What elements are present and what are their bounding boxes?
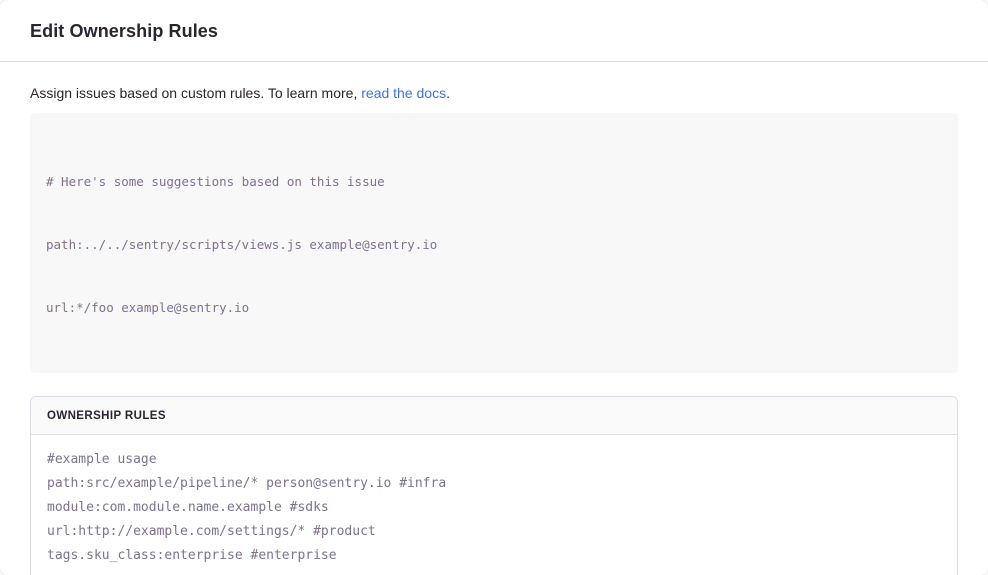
description-after-link: . <box>446 85 450 101</box>
edit-ownership-rules-modal: Edit Ownership Rules Assign issues based… <box>0 0 988 575</box>
ownership-rules-panel: OWNERSHIP RULES #example usage path:src/… <box>30 396 958 575</box>
read-docs-link[interactable]: read the docs <box>361 85 446 101</box>
suggestions-code-block: # Here's some suggestions based on this … <box>30 113 958 373</box>
modal-body: Assign issues based on custom rules. To … <box>0 85 988 575</box>
description-text: Assign issues based on custom rules. To … <box>30 85 958 101</box>
suggestion-line: path:../../sentry/scripts/views.js examp… <box>46 234 942 255</box>
ownership-rules-panel-header: OWNERSHIP RULES <box>31 397 957 435</box>
suggestion-line: url:*/foo example@sentry.io <box>46 297 942 318</box>
description-before-link: Assign issues based on custom rules. To … <box>30 85 361 101</box>
ownership-rules-editor[interactable]: #example usage path:src/example/pipeline… <box>31 435 957 575</box>
modal-header: Edit Ownership Rules <box>0 0 988 62</box>
suggestion-line: # Here's some suggestions based on this … <box>46 171 942 192</box>
modal-title: Edit Ownership Rules <box>30 21 958 42</box>
